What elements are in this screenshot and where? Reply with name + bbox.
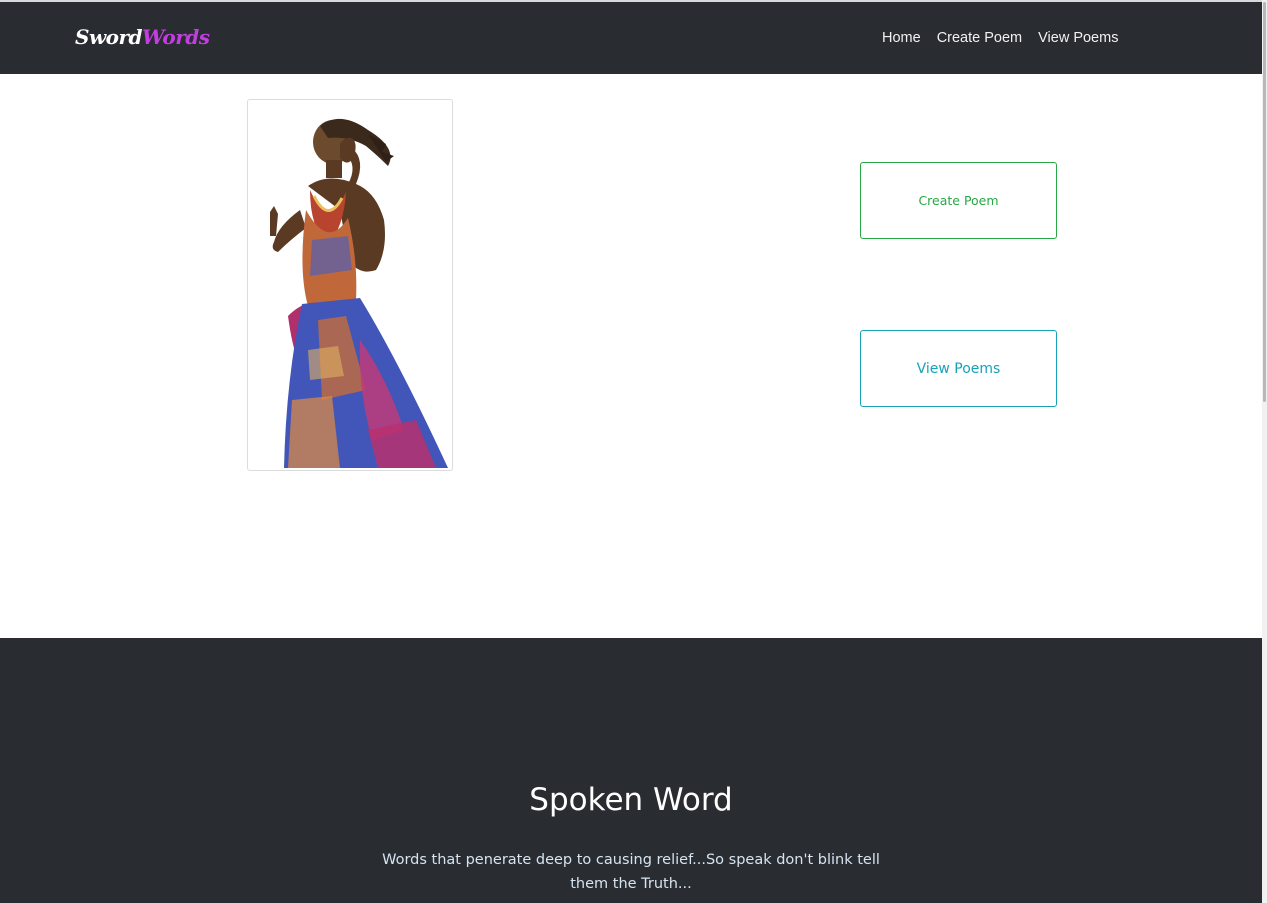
nav-link-home[interactable]: Home <box>882 29 921 47</box>
section-tagline: Words that penerate deep to causing reli… <box>382 852 880 892</box>
nav-link-create-poem[interactable]: Create Poem <box>937 29 1022 47</box>
brand-logo-part1: Sword <box>75 25 143 49</box>
performer-photo <box>247 99 453 471</box>
navbar: SwordWords Home Create Poem View Poems <box>0 2 1262 74</box>
create-poem-button[interactable]: Create Poem <box>860 162 1057 239</box>
page: SwordWords Home Create Poem View Poems C… <box>0 0 1267 903</box>
performer-illustration <box>270 118 448 468</box>
nav-link-view-poems[interactable]: View Poems <box>1038 29 1118 47</box>
nav-links: Home Create Poem View Poems <box>882 29 1118 47</box>
brand-logo[interactable]: SwordWords <box>75 23 210 51</box>
section-title: Spoken Word <box>529 782 733 818</box>
scrollbar-thumb[interactable] <box>1263 2 1266 402</box>
view-poems-button[interactable]: View Poems <box>860 330 1057 407</box>
brand-logo-part2: Words <box>142 25 210 49</box>
